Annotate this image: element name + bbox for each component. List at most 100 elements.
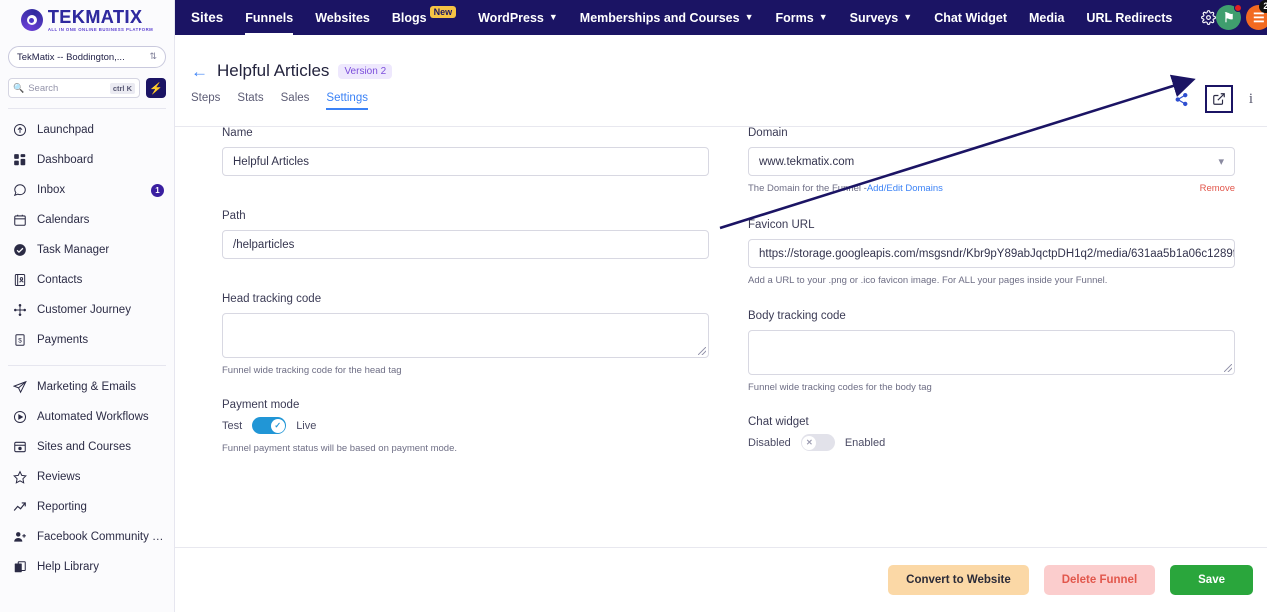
path-label: Path [222,210,246,222]
svg-text:$: $ [18,337,22,344]
field-chat-widget: Chat widget Disabled ✕ Enabled [748,416,1235,451]
account-selector-value: TekMatix -- Boddington,... [17,51,125,63]
back-arrow-icon[interactable]: ← [191,63,208,80]
nav-item-label: Memberships and Courses [579,10,740,25]
domain-select[interactable]: www.tekmatix.com ▾ [748,147,1235,176]
chat-widget-toggle[interactable]: ✕ [800,434,835,451]
page-tabs: Steps Stats Sales Settings [175,81,1267,110]
check-circle-icon [12,243,27,258]
nav-item-blogs[interactable]: Blogs New [381,0,467,35]
payment-mode-toggle[interactable]: ✓ [252,417,287,434]
nav-item-label: Media [1028,10,1065,25]
path-input[interactable]: /helparticles [222,230,709,259]
tab-steps[interactable]: Steps [191,92,220,109]
tab-stats[interactable]: Stats [237,92,263,109]
nav-item-url-redirects[interactable]: URL Redirects [1075,0,1183,35]
sidebar-item-label: Help Library [37,561,99,573]
announcements-icon[interactable]: ⚑ [1216,4,1243,30]
convert-to-website-button[interactable]: Convert to Website [888,565,1029,595]
head-tracking-textarea[interactable] [222,313,709,358]
chat-widget-left-label: Disabled [748,436,791,449]
nav-item-websites[interactable]: Websites [304,0,381,35]
chat-widget-toggle-row: Disabled ✕ Enabled [748,434,1235,451]
sidebar-search-row: 🔍 Search ctrl K ⚡ [8,78,166,98]
sidebar-item-calendars[interactable]: Calendars [0,205,174,235]
nav-item-label: URL Redirects [1086,10,1173,25]
nav-item-label: Blogs [391,10,427,25]
tab-settings[interactable]: Settings [326,92,368,110]
sidebar-item-automated-workflows[interactable]: Automated Workflows [0,402,174,432]
sidebar-item-label: Reviews [37,471,81,483]
tab-sales[interactable]: Sales [281,92,310,109]
head-tracking-label: Head tracking code [222,293,322,305]
info-icon[interactable]: i [1249,91,1253,108]
delete-funnel-button[interactable]: Delete Funnel [1043,565,1156,595]
open-external-icon[interactable] [1204,85,1233,113]
version-badge: Version 2 [338,63,393,79]
gear-icon[interactable] [1201,5,1217,31]
sidebar-item-contacts[interactable]: Contacts [0,265,174,295]
nav-item-wordpress[interactable]: WordPress ▼ [467,0,569,35]
nav-item-label: WordPress [478,10,544,25]
sidebar-item-facebook-community-g[interactable]: Facebook Community G... [0,522,174,552]
sidebar-item-label: Dashboard [37,154,94,166]
sidebar-item-label: Task Manager [37,244,110,256]
sidebar-item-label: Reporting [37,501,87,513]
field-path: Path /helparticles [222,210,709,259]
save-button[interactable]: Save [1170,565,1253,595]
nav-item-funnels[interactable]: Funnels [234,0,304,35]
brand-text: TEKMATIX ALL IN ONE ONLINE BUSINESS PLAT… [48,8,153,32]
journey-nodes-icon [12,303,27,318]
sidebar-group-secondary: Marketing & Emails Automated Workflows Sit… [0,372,174,582]
bolt-icon[interactable]: ⚡ [146,78,166,98]
chevron-down-icon: ▼ [818,12,828,22]
sidebar-item-customer-journey[interactable]: Customer Journey [0,295,174,325]
body-tracking-textarea[interactable] [748,330,1235,375]
page-header: ← Helpful Articles Version 2 Steps Stats S… [175,35,1267,127]
nav-item-forms[interactable]: Forms ▼ [764,0,838,35]
field-body-tracking: Body tracking code Funnel wide tracking … [748,310,1235,393]
top-nav-right-icons: ⚑☰26? [1216,0,1267,30]
sidebar-item-marketing-emails[interactable]: Marketing & Emails [0,372,174,402]
sidebar-item-sites-and-courses[interactable]: Sites and Courses [0,432,174,462]
share-icon[interactable] [1174,92,1189,107]
sidebar-group-primary: Launchpad Dashboard Inbox 1 Calendars Task Ma… [0,115,174,355]
sidebar-item-label: Customer Journey [37,304,131,316]
form-column-right: Domain www.tekmatix.com ▾ The Domain for… [748,127,1235,451]
sidebar-item-inbox[interactable]: Inbox 1 [0,175,174,205]
favicon-helper: Add a URL to your .png or .ico favicon i… [748,275,1108,286]
nav-item-chat-widget[interactable]: Chat Widget [923,0,1018,35]
sidebar-item-help-library[interactable]: Help Library [0,552,174,582]
nav-item-sites[interactable]: Sites [175,0,234,35]
payment-mode-label: Payment mode [222,399,300,411]
sidebar-item-task-manager[interactable]: Task Manager [0,235,174,265]
payment-mode-toggle-row: Test ✓ Live [222,417,709,434]
play-circle-icon [12,410,27,425]
grid-icon [12,153,27,168]
nav-item-new-badge: New [429,5,457,18]
name-input[interactable]: Helpful Articles [222,147,709,176]
add-edit-domains-link[interactable]: Add/Edit Domains [867,183,943,194]
account-selector[interactable]: TekMatix -- Boddington,... ⇅ [8,46,166,68]
nav-item-media[interactable]: Media [1018,0,1075,35]
remove-domain-link[interactable]: Remove [1200,183,1235,194]
announcements-icon-glyph: ⚑ [1223,9,1235,25]
star-icon [12,470,27,485]
favicon-input[interactable]: https://storage.googleapis.com/msgsndr/K… [748,239,1235,268]
nav-item-surveys[interactable]: Surveys ▼ [839,0,924,35]
brand-tagline: ALL IN ONE ONLINE BUSINESS PLATFORM [47,26,154,32]
sidebar: TEKMATIX ALL IN ONE ONLINE BUSINESS PLAT… [0,0,175,612]
page-title-row: ← Helpful Articles Version 2 [175,35,1267,81]
nav-item-memberships-and-courses[interactable]: Memberships and Courses ▼ [569,0,765,35]
sidebar-item-launchpad[interactable]: Launchpad [0,115,174,145]
sidebar-item-dashboard[interactable]: Dashboard [0,145,174,175]
sidebar-item-payments[interactable]: $ Payments [0,325,174,355]
sidebar-item-reporting[interactable]: Reporting [0,492,174,522]
name-label: Name [222,127,253,139]
sidebar-item-reviews[interactable]: Reviews [0,462,174,492]
browser-window-icon [12,440,27,455]
brand-logo[interactable]: TEKMATIX ALL IN ONE ONLINE BUSINESS PLAT… [0,0,174,40]
tasks-icon[interactable]: ☰26 [1246,0,1267,30]
search-input[interactable]: 🔍 Search ctrl K [8,78,140,98]
nav-item-label: Sites [191,10,224,25]
